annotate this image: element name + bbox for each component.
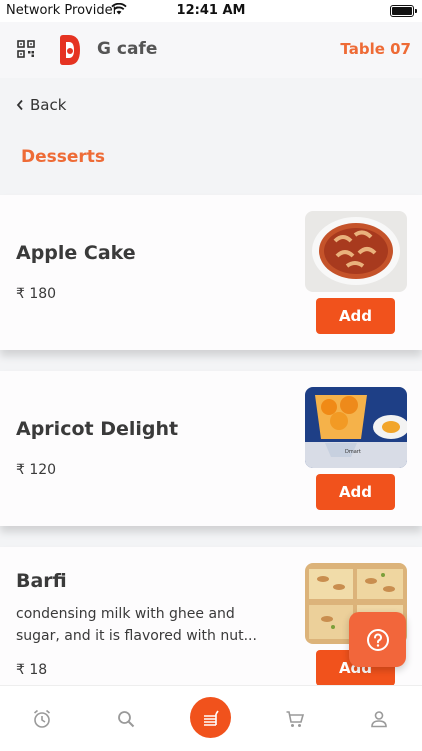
qr-code-icon[interactable] xyxy=(17,40,35,58)
help-button[interactable] xyxy=(349,612,406,667)
clock-time: 12:41 AM xyxy=(176,3,246,18)
add-button[interactable]: Add xyxy=(316,474,395,510)
add-button[interactable]: Add xyxy=(316,298,395,334)
category-title: Desserts xyxy=(21,147,106,167)
item-price: ₹ 18 xyxy=(16,662,48,678)
back-label: Back xyxy=(30,96,67,114)
menu-item-card: Apple Cake ₹ 180 Add xyxy=(0,195,422,350)
item-description: condensing milk with ghee and sugar, and… xyxy=(16,606,257,644)
status-bar: Network Provider 12:41 AM xyxy=(0,0,422,22)
table-number: Table 07 xyxy=(340,40,411,58)
item-price: ₹ 120 xyxy=(16,462,57,478)
search-icon[interactable] xyxy=(111,704,141,734)
history-icon[interactable] xyxy=(27,704,57,734)
menu-icon[interactable] xyxy=(190,697,231,738)
svg-text:Dmart: Dmart xyxy=(345,449,361,455)
app-logo xyxy=(58,34,82,66)
profile-icon[interactable] xyxy=(364,704,394,734)
item-name: Apricot Delight xyxy=(16,418,179,440)
item-price: ₹ 180 xyxy=(16,286,57,302)
back-button[interactable]: Back xyxy=(16,96,66,114)
cafe-name: G cafe xyxy=(97,39,158,59)
item-name: Barfi xyxy=(16,570,67,592)
battery-icon xyxy=(390,5,417,17)
bottom-navigation xyxy=(0,685,422,751)
app-header: G cafe Table 07 xyxy=(0,22,422,78)
cart-icon[interactable] xyxy=(280,704,310,734)
item-name: Apple Cake xyxy=(16,242,136,264)
item-image xyxy=(305,211,407,292)
question-icon xyxy=(366,628,389,651)
chevron-left-icon xyxy=(16,99,23,111)
menu-item-card: Apricot Delight ₹ 120 Dmart Add xyxy=(0,371,422,526)
item-image: Dmart xyxy=(305,387,407,468)
